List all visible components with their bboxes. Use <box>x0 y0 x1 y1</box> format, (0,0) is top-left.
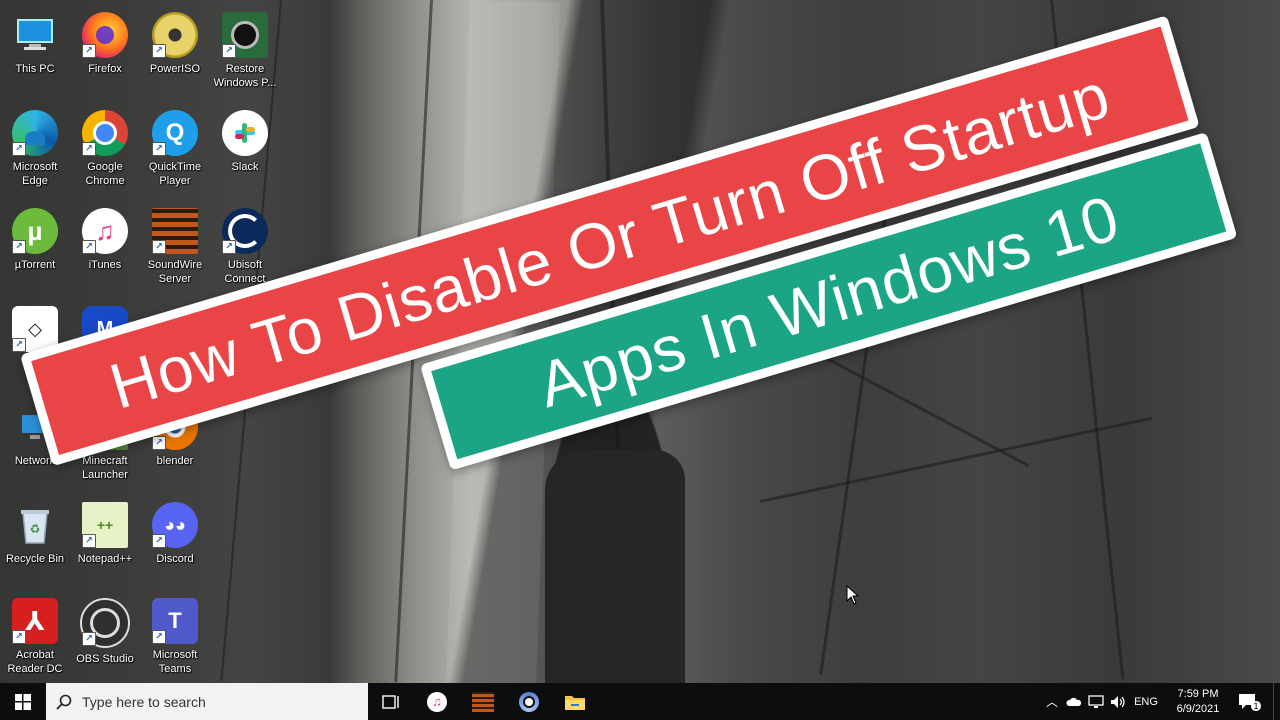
taskbar-itunes[interactable]: ♫ <box>414 683 460 720</box>
soundwire-icon: ↗ <box>152 208 198 254</box>
shortcut-arrow-icon: ↗ <box>12 240 26 254</box>
desktop-icon-quicktime[interactable]: Q ↗ QuickTime Player <box>142 102 208 194</box>
show-hidden-icons-button[interactable]: ︿ <box>1041 693 1063 710</box>
notepadpp-icon: ++ ↗ <box>82 502 128 548</box>
computer-icon <box>12 12 58 58</box>
recycle-bin-icon: ♻ <box>12 502 58 548</box>
desktop-icon-this-pc[interactable]: This PC <box>2 4 68 96</box>
edge-icon: ↗ <box>12 110 58 156</box>
chevron-up-icon: ︿ <box>1045 695 1058 709</box>
chrome-beta-icon <box>519 691 539 712</box>
shortcut-arrow-icon: ↗ <box>152 436 166 450</box>
shortcut-arrow-icon: ↗ <box>82 534 96 548</box>
ubisoft-icon: ↗ <box>222 208 268 254</box>
acrobat-icon: ⅄ ↗ <box>12 598 58 644</box>
shortcut-arrow-icon: ↗ <box>12 142 26 156</box>
search-icon <box>56 694 72 710</box>
desktop-icon-firefox[interactable]: ↗ Firefox <box>72 4 138 96</box>
desktop-icon-acrobat[interactable]: ⅄ ↗ Acrobat Reader DC <box>2 590 68 682</box>
speaker-icon <box>1111 695 1125 708</box>
network-monitor-icon <box>1088 694 1104 708</box>
volume-button[interactable] <box>1107 695 1129 709</box>
quicktime-icon: Q ↗ <box>152 110 198 156</box>
network-status-button[interactable] <box>1085 694 1107 709</box>
shortcut-arrow-icon: ↗ <box>82 240 96 254</box>
task-view-button[interactable] <box>368 683 414 720</box>
itunes-icon: ♫ <box>427 691 447 712</box>
desktop-icon-teams[interactable]: T ↗ Microsoft Teams <box>142 590 208 682</box>
shortcut-arrow-icon: ↗ <box>82 44 96 58</box>
shortcut-arrow-icon: ↗ <box>152 240 166 254</box>
show-desktop-button[interactable] <box>1273 683 1280 720</box>
clock-date: 6/9/2021 <box>1176 702 1220 715</box>
cloud-icon <box>1066 697 1082 706</box>
task-view-icon <box>382 694 399 709</box>
desktop-icon-restore[interactable]: ↗ Restore Windows P... <box>212 4 278 96</box>
chrome-icon: ↗ <box>82 110 128 156</box>
shortcut-arrow-icon: ↗ <box>12 338 26 352</box>
desktop-icon-slack[interactable]: Slack <box>212 102 278 194</box>
obs-icon: ↗ <box>80 598 130 648</box>
taskbar-search-box[interactable]: Type here to search <box>46 683 368 720</box>
teams-icon: T ↗ <box>152 598 198 644</box>
action-center-button[interactable]: 1 <box>1233 693 1273 711</box>
taskbar-file-explorer[interactable] <box>552 683 598 720</box>
desktop-icon-edge[interactable]: ↗ Microsoft Edge <box>2 102 68 194</box>
desktop-icon-soundwire[interactable]: ↗ SoundWire Server <box>142 200 208 292</box>
taskbar-chrome-beta[interactable] <box>506 683 552 720</box>
desktop-icon-discord[interactable]: ◕◕ ↗ Discord <box>142 494 208 586</box>
desktop-icon-notepadpp[interactable]: ++ ↗ Notepad++ <box>72 494 138 586</box>
shortcut-arrow-icon: ↗ <box>82 632 96 646</box>
folder-icon <box>565 695 585 710</box>
itunes-icon: ♫ ↗ <box>82 208 128 254</box>
input-language-button[interactable]: ENG <box>1129 696 1163 708</box>
disc-icon: ↗ <box>152 12 198 58</box>
windows-logo-icon <box>15 693 31 710</box>
soundwire-icon <box>472 691 494 712</box>
shortcut-arrow-icon: ↗ <box>12 630 26 644</box>
firefox-icon: ↗ <box>82 12 128 58</box>
shortcut-arrow-icon: ↗ <box>152 44 166 58</box>
desktop-icon-ubisoft[interactable]: ↗ Ubisoft Connect <box>212 200 278 292</box>
utorrent-icon: µ ↗ <box>12 208 58 254</box>
shortcut-arrow-icon: ↗ <box>152 630 166 644</box>
clock-button[interactable]: 7:59 PM 6/9/2021 <box>1163 687 1233 717</box>
shortcut-arrow-icon: ↗ <box>82 142 96 156</box>
taskbar: Type here to search ♫ ︿ ENG 7:59 PM 6/9/… <box>0 683 1280 720</box>
shortcut-arrow-icon: ↗ <box>152 534 166 548</box>
desktop-icon-utorrent[interactable]: µ ↗ µTorrent <box>2 200 68 292</box>
system-tray: ︿ ENG 7:59 PM 6/9/2021 1 <box>1041 683 1280 720</box>
clock-time: 7:59 PM <box>1177 687 1219 700</box>
shortcut-arrow-icon: ↗ <box>222 240 236 254</box>
svg-text:♻: ♻ <box>30 522 41 536</box>
slack-icon <box>222 110 268 156</box>
shortcut-arrow-icon: ↗ <box>152 142 166 156</box>
onedrive-button[interactable] <box>1063 697 1085 707</box>
desktop-icon-itunes[interactable]: ♫ ↗ iTunes <box>72 200 138 292</box>
discord-icon: ◕◕ ↗ <box>152 502 198 548</box>
search-placeholder: Type here to search <box>82 693 206 710</box>
desktop-icon-poweriso[interactable]: ↗ PowerISO <box>142 4 208 96</box>
mouse-cursor-icon <box>846 585 860 605</box>
desktop-icon-obs[interactable]: ↗ OBS Studio <box>72 590 138 682</box>
taskbar-soundwire[interactable] <box>460 683 506 720</box>
desktop-icon-recycle-bin[interactable]: ♻ Recycle Bin <box>2 494 68 586</box>
shortcut-arrow-icon: ↗ <box>222 44 236 58</box>
start-button[interactable] <box>0 683 46 720</box>
desktop-icon-chrome[interactable]: ↗ Google Chrome <box>72 102 138 194</box>
notification-count: 1 <box>1251 700 1261 711</box>
restore-icon: ↗ <box>222 12 268 58</box>
